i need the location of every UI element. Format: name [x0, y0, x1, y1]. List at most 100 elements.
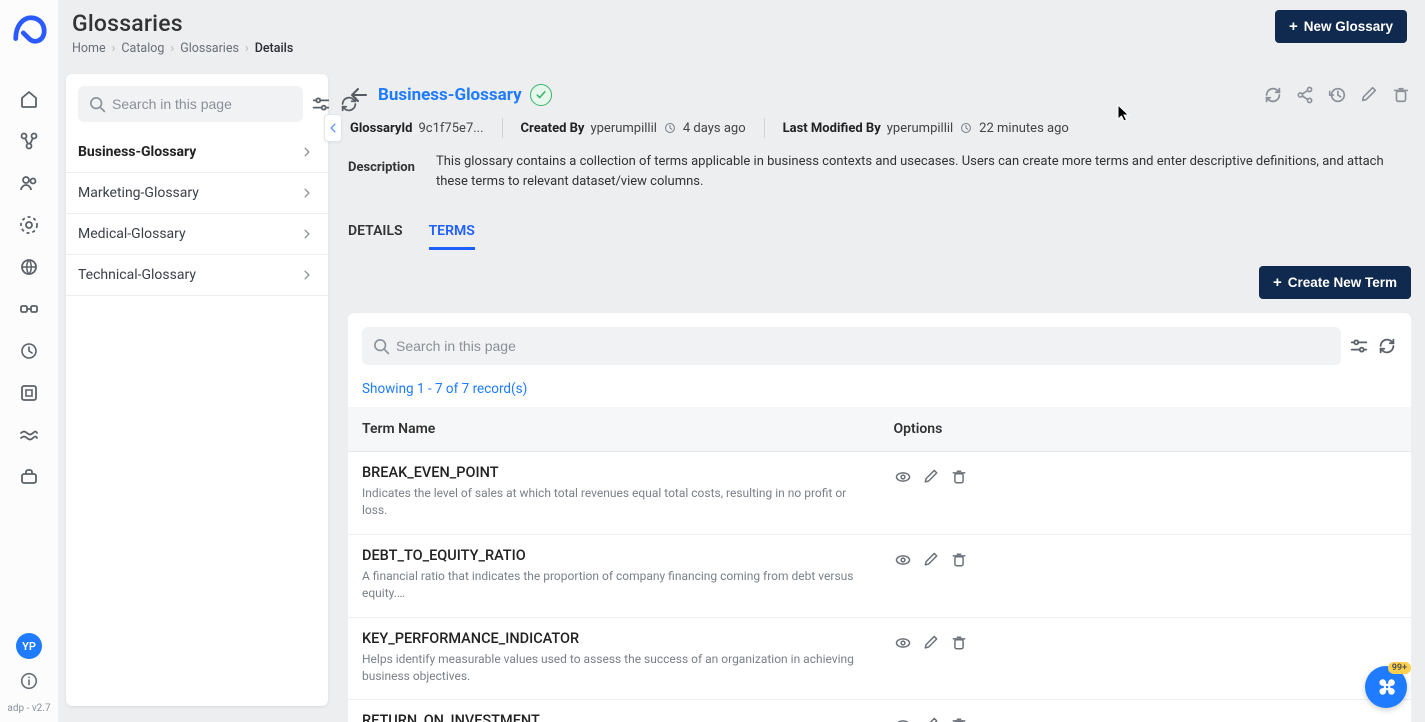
- delete-icon[interactable]: [950, 551, 968, 569]
- collapse-sidebar-button[interactable]: [324, 114, 342, 142]
- breadcrumb-home[interactable]: Home: [72, 41, 106, 56]
- sidebar-search[interactable]: [78, 86, 303, 122]
- page-title: Glossaries: [72, 10, 293, 37]
- term-name[interactable]: BREAK_EVEN_POINT: [362, 464, 866, 481]
- chevron-right-icon: ›: [245, 41, 249, 56]
- modified-ago: 22 minutes ago: [979, 121, 1069, 136]
- filter-icon[interactable]: [311, 94, 331, 114]
- created-by-label: Created By: [521, 121, 585, 136]
- user-avatar[interactable]: YP: [16, 633, 42, 659]
- term-name[interactable]: DEBT_TO_EQUITY_RATIO: [362, 547, 866, 564]
- delete-icon[interactable]: [950, 468, 968, 486]
- term-name[interactable]: RETURN_ON_INVESTMENT: [362, 712, 866, 722]
- sidebar-item-label: Technical-Glossary: [78, 267, 196, 283]
- history-icon[interactable]: [1327, 85, 1347, 105]
- command-fab[interactable]: 99+: [1365, 666, 1407, 708]
- terms-search-input[interactable]: [396, 338, 1331, 354]
- clock-icon: [959, 121, 973, 135]
- glossary-id-value: 9c1f75e7...: [419, 121, 484, 136]
- chevron-right-icon: ›: [170, 41, 174, 56]
- left-rail: YP adp - v2.7: [0, 0, 58, 722]
- col-options: Options: [880, 407, 1412, 452]
- scan-icon[interactable]: [18, 382, 40, 404]
- breadcrumb-glossaries[interactable]: Glossaries: [180, 41, 239, 56]
- sidebar-search-input[interactable]: [112, 96, 293, 112]
- search-icon: [88, 95, 106, 113]
- refresh-icon[interactable]: [1377, 336, 1397, 356]
- rail-nav: [18, 88, 40, 488]
- share-icon[interactable]: [1295, 85, 1315, 105]
- table-row: DEBT_TO_EQUITY_RATIOA financial ratio th…: [348, 534, 1411, 617]
- view-icon[interactable]: [894, 634, 912, 652]
- col-term-name: Term Name: [348, 407, 880, 452]
- term-description: Helps identify measurable values used to…: [362, 651, 862, 686]
- flow-icon[interactable]: [18, 130, 40, 152]
- created-ago: 4 days ago: [683, 121, 746, 136]
- chevron-right-icon: ›: [112, 41, 116, 56]
- tab-details[interactable]: DETAILS: [348, 223, 403, 250]
- sidebar-item-label: Medical-Glossary: [78, 226, 186, 242]
- time-icon[interactable]: [18, 340, 40, 362]
- edit-icon[interactable]: [922, 716, 940, 722]
- table-row: KEY_PERFORMANCE_INDICATOR Helps identify …: [348, 617, 1411, 700]
- modified-by-user: yperumpillil: [887, 121, 953, 136]
- glossary-name: Business-Glossary: [378, 85, 522, 105]
- pipeline-icon[interactable]: [18, 298, 40, 320]
- info-icon[interactable]: [19, 671, 39, 691]
- filter-icon[interactable]: [1349, 336, 1369, 356]
- breadcrumb-catalog[interactable]: Catalog: [121, 41, 164, 56]
- new-glossary-button[interactable]: + New Glossary: [1275, 10, 1407, 43]
- term-description: Indicates the level of sales at which to…: [362, 485, 862, 520]
- fab-count-badge: 99+: [1388, 662, 1411, 674]
- terms-table: Term Name Options BREAK_EVEN_POINT Indica…: [348, 407, 1411, 722]
- back-button[interactable]: [348, 84, 370, 106]
- globe-icon[interactable]: [18, 256, 40, 278]
- status-badge-ok: [530, 84, 552, 106]
- term-name[interactable]: KEY_PERFORMANCE_INDICATOR: [362, 630, 866, 647]
- delete-icon[interactable]: [950, 716, 968, 722]
- delete-icon[interactable]: [1391, 85, 1411, 105]
- users-icon[interactable]: [18, 172, 40, 194]
- create-term-button[interactable]: + Create New Term: [1259, 266, 1411, 299]
- gear-icon[interactable]: [18, 214, 40, 236]
- breadcrumbs: Home › Catalog › Glossaries › Details: [72, 41, 293, 56]
- breadcrumb-details: Details: [255, 41, 294, 56]
- chevron-right-icon: [300, 268, 314, 282]
- search-icon: [372, 337, 390, 355]
- waves-icon[interactable]: [18, 424, 40, 446]
- check-icon: [534, 88, 548, 102]
- sidebar-item[interactable]: Business-Glossary: [66, 132, 328, 173]
- refresh-icon[interactable]: [1263, 85, 1283, 105]
- edit-icon[interactable]: [1359, 85, 1379, 105]
- briefcase-icon[interactable]: [18, 466, 40, 488]
- edit-icon[interactable]: [922, 551, 940, 569]
- sidebar-item[interactable]: Marketing-Glossary: [66, 173, 328, 214]
- sidebar-item[interactable]: Technical-Glossary: [66, 255, 328, 296]
- sidebar-item[interactable]: Medical-Glossary: [66, 214, 328, 255]
- description-text: This glossary contains a collection of t…: [436, 152, 1411, 191]
- glossary-meta: GlossaryId 9c1f75e7... Created By yperum…: [348, 116, 1411, 152]
- table-row: BREAK_EVEN_POINT Indicates the level of s…: [348, 452, 1411, 535]
- edit-icon[interactable]: [922, 634, 940, 652]
- create-term-label: Create New Term: [1288, 275, 1397, 290]
- modified-by-label: Last Modified By: [783, 121, 881, 136]
- edit-icon[interactable]: [922, 468, 940, 486]
- tabs: DETAILS TERMS: [348, 209, 1411, 256]
- plus-icon: +: [1273, 275, 1282, 290]
- view-icon[interactable]: [894, 716, 912, 722]
- app-logo[interactable]: [10, 12, 48, 50]
- page-header: Glossaries Home › Catalog › Glossaries ›…: [58, 0, 1425, 68]
- command-icon: [1375, 676, 1397, 698]
- description-label: Description: [348, 152, 412, 191]
- clock-icon: [663, 121, 677, 135]
- terms-search[interactable]: [362, 327, 1341, 365]
- view-icon[interactable]: [894, 551, 912, 569]
- delete-icon[interactable]: [950, 634, 968, 652]
- tab-terms[interactable]: TERMS: [429, 223, 475, 250]
- home-icon[interactable]: [18, 88, 40, 110]
- glossary-list-panel: Business-Glossary Marketing-Glossary Medic…: [66, 74, 328, 706]
- plus-icon: +: [1289, 19, 1298, 34]
- sidebar-item-label: Marketing-Glossary: [78, 185, 199, 201]
- chevron-right-icon: [300, 145, 314, 159]
- view-icon[interactable]: [894, 468, 912, 486]
